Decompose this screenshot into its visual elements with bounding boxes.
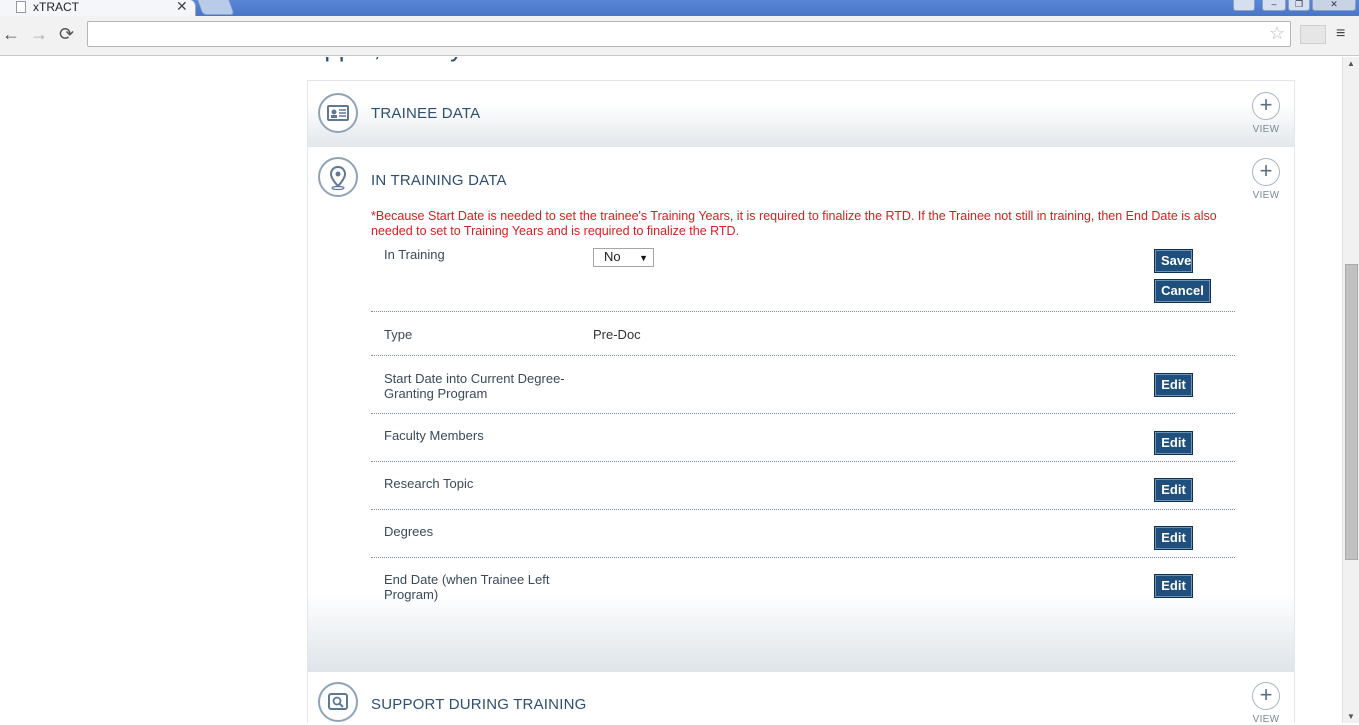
map-pin-icon	[318, 157, 358, 197]
save-button[interactable]: Save	[1154, 249, 1193, 273]
plus-icon: +	[1252, 682, 1280, 710]
support-view-button[interactable]: + VIEW	[1249, 682, 1283, 725]
plus-icon: +	[1252, 158, 1280, 186]
in-training-view-button[interactable]: + VIEW	[1249, 158, 1283, 201]
address-bar[interactable]	[87, 21, 1291, 47]
edit-research-button[interactable]: Edit	[1154, 478, 1193, 502]
browser-toolbar: ← → ⟳ ☆ ≡	[0, 16, 1359, 56]
chevron-down-icon: ▼	[639, 253, 648, 263]
edit-faculty-button[interactable]: Edit	[1154, 431, 1193, 455]
in-training-select[interactable]: No ▼	[593, 248, 654, 267]
scrollbar-thumb[interactable]	[1345, 264, 1358, 560]
view-label: VIEW	[1252, 714, 1280, 725]
start-date-row: Start Date into Current Degree-Granting …	[371, 356, 1235, 414]
type-value: Pre-Doc	[593, 327, 641, 342]
in-training-data-title: IN TRAINING DATA	[371, 172, 507, 189]
reload-icon[interactable]: ⟳	[59, 24, 74, 45]
end-date-row: End Date (when Trainee Left Program) Edi…	[371, 558, 1235, 608]
edit-start-date-button[interactable]: Edit	[1154, 373, 1193, 397]
back-arrow-icon[interactable]: ←	[2, 24, 20, 45]
type-row: Type Pre-Doc	[371, 312, 1235, 356]
cancel-button[interactable]: Cancel	[1154, 279, 1211, 303]
browser-tab[interactable]: xTRACT ✕	[0, 0, 196, 17]
trainee-data-panel: TRAINEE DATA + VIEW	[307, 80, 1295, 146]
type-label: Type	[384, 327, 413, 342]
in-training-row: In Training No ▼ Save Cancel	[371, 247, 1235, 312]
vertical-scrollbar[interactable]: ▲ ▼	[1342, 57, 1359, 723]
view-label: VIEW	[1252, 124, 1280, 135]
plus-icon: +	[1252, 92, 1280, 120]
forward-arrow-icon[interactable]: →	[30, 24, 48, 45]
in-training-label: In Training	[384, 247, 445, 262]
trainee-view-button[interactable]: + VIEW	[1249, 92, 1283, 135]
edit-end-date-button[interactable]: Edit	[1154, 574, 1193, 598]
trainee-data-title: TRAINEE DATA	[371, 105, 481, 122]
minimize-button[interactable]: –	[1262, 0, 1286, 11]
research-row: Research Topic Edit	[371, 462, 1235, 510]
menu-icon[interactable]: ≡	[1336, 25, 1345, 43]
start-date-label: Start Date into Current Degree-Granting …	[384, 371, 565, 401]
edit-degrees-button[interactable]: Edit	[1154, 526, 1193, 550]
required-notice: *Because Start Date is needed to set the…	[371, 209, 1217, 238]
scroll-up-icon[interactable]: ▲	[1347, 59, 1355, 68]
maximize-button[interactable]: ❐	[1288, 0, 1310, 11]
id-card-icon	[318, 93, 358, 133]
page-icon	[16, 1, 26, 13]
window-close-button[interactable]: ✕	[1312, 0, 1356, 11]
degrees-row: Degrees Edit	[371, 510, 1235, 558]
support-during-training-title: SUPPORT DURING TRAINING	[371, 696, 587, 713]
tab-close-icon[interactable]: ✕	[176, 0, 188, 15]
faculty-label: Faculty Members	[384, 428, 484, 443]
in-training-data-panel: IN TRAINING DATA + VIEW *Because Start D…	[307, 146, 1295, 671]
bookmark-star-icon[interactable]: ☆	[1269, 23, 1285, 44]
tab-title: xTRACT	[33, 0, 79, 14]
faculty-row: Faculty Members Edit	[371, 414, 1235, 462]
scroll-down-icon[interactable]: ▼	[1347, 712, 1355, 721]
end-date-label: End Date (when Trainee Left Program)	[384, 572, 550, 602]
extension-button[interactable]	[1300, 25, 1326, 44]
research-label: Research Topic	[384, 476, 474, 491]
new-tab-button[interactable]	[197, 0, 235, 15]
view-label: VIEW	[1252, 190, 1280, 201]
magnifier-icon	[318, 682, 358, 722]
support-during-training-panel: SUPPORT DURING TRAINING + VIEW	[307, 671, 1295, 725]
browser-tab-strip: xTRACT ✕ – ❐ ✕	[0, 0, 1359, 17]
in-training-select-value: No	[604, 249, 621, 264]
degrees-label: Degrees	[384, 524, 434, 539]
user-profile-button[interactable]	[1233, 0, 1255, 11]
